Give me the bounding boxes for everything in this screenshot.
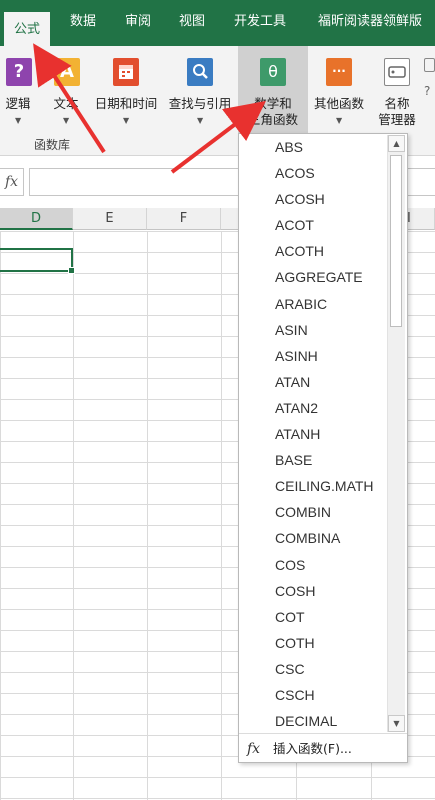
dropdown-caret-icon: ▼	[197, 116, 204, 125]
math-trig-function-menu: ABS ACOS ACOSH ACOT ACOTH AGGREGATE ARAB…	[238, 133, 408, 763]
function-item[interactable]: ACOT	[239, 212, 387, 238]
tab-view[interactable]: 视图	[179, 0, 205, 46]
function-item[interactable]: ASIN	[239, 317, 387, 343]
insert-function-fx-button[interactable]: fx	[0, 168, 24, 196]
text-book-icon: A	[54, 58, 80, 86]
function-item[interactable]: ACOS	[239, 160, 387, 186]
function-item[interactable]: AGGREGATE	[239, 264, 387, 290]
theta-book-icon: θ	[260, 58, 286, 86]
fx-icon: fx	[247, 741, 261, 757]
function-item[interactable]: COMBIN	[239, 499, 387, 525]
column-header-e[interactable]: E	[73, 208, 147, 230]
function-item[interactable]: COT	[239, 604, 387, 630]
function-item[interactable]: COMBINA	[239, 525, 387, 551]
function-item[interactable]: ATAN	[239, 369, 387, 395]
math-trig-label-line2: 三角函数	[247, 112, 298, 127]
name-manager-label-line2: 管理器	[378, 112, 416, 127]
ribbon-tab-bar: 公式 数据 审阅 视图 开发工具 福昕阅读器领鲜版	[0, 0, 435, 46]
tab-review[interactable]: 审阅	[125, 0, 151, 46]
function-item[interactable]: ABS	[239, 134, 387, 160]
function-item[interactable]: CSC	[239, 656, 387, 682]
function-library-group-label: 函数库	[34, 138, 71, 152]
use-in-formula-icon[interactable]: ?	[424, 84, 435, 98]
function-item[interactable]: CEILING.MATH	[239, 473, 387, 499]
function-item[interactable]: COSH	[239, 578, 387, 604]
math-trig-label-line1: 数学和	[254, 96, 292, 111]
tab-formulas[interactable]: 公式	[4, 12, 51, 46]
text-label: 文本	[53, 96, 79, 111]
more-functions-label: 其他函数	[313, 96, 364, 111]
menu-scrollbar[interactable]: ▲ ▼	[387, 135, 405, 732]
scroll-up-arrow-icon[interactable]: ▲	[388, 135, 405, 152]
tab-developer[interactable]: 开发工具	[234, 0, 286, 46]
menu-separator	[239, 733, 407, 734]
define-name-icon[interactable]	[424, 58, 435, 72]
scroll-down-arrow-icon[interactable]: ▼	[388, 715, 405, 732]
column-header-f[interactable]: F	[147, 208, 221, 230]
magnifier-book-icon	[187, 58, 213, 86]
dropdown-caret-icon: ▼	[63, 116, 70, 125]
function-item[interactable]: ATANH	[239, 421, 387, 447]
question-book-icon: ?	[6, 58, 32, 86]
function-item[interactable]: ACOTH	[239, 238, 387, 264]
more-book-icon: ···	[326, 58, 352, 86]
more-functions-button[interactable]: ··· 其他函数 ▼	[308, 46, 370, 136]
tab-data[interactable]: 数据	[70, 0, 96, 46]
function-item[interactable]: BASE	[239, 447, 387, 473]
name-tag-icon	[384, 58, 410, 86]
name-manager-label-line1: 名称	[384, 96, 410, 111]
lookup-label: 查找与引用	[168, 96, 232, 111]
name-manager-button[interactable]: 名称 管理器	[372, 46, 422, 136]
text-functions-button[interactable]: A 文本 ▼	[46, 46, 86, 136]
function-list: ABS ACOS ACOSH ACOT ACOTH AGGREGATE ARAB…	[239, 134, 387, 734]
function-item[interactable]: DECIMAL	[239, 708, 387, 734]
function-item[interactable]: COTH	[239, 630, 387, 656]
function-item[interactable]: ASINH	[239, 343, 387, 369]
logical-functions-button[interactable]: ? 逻辑 ▼	[0, 46, 36, 136]
active-cell-selection[interactable]	[0, 248, 75, 274]
function-item[interactable]: ACOSH	[239, 186, 387, 212]
column-divider	[73, 231, 74, 800]
function-item[interactable]: ARABIC	[239, 291, 387, 317]
column-header-d[interactable]: D	[0, 208, 73, 230]
dropdown-caret-icon: ▼	[15, 116, 22, 125]
tab-foxit-reader[interactable]: 福昕阅读器领鲜版	[318, 0, 422, 46]
insert-function-label: 插入函数(F)...	[273, 741, 352, 756]
function-item[interactable]: ATAN2	[239, 395, 387, 421]
function-item[interactable]: COS	[239, 552, 387, 578]
calendar-book-icon	[113, 58, 139, 86]
function-item[interactable]: CSCH	[239, 682, 387, 708]
lookup-reference-button[interactable]: 查找与引用 ▼	[164, 46, 236, 136]
scrollbar-thumb[interactable]	[390, 155, 402, 327]
column-divider	[221, 231, 222, 800]
column-divider	[147, 231, 148, 800]
insert-function-menu-item[interactable]: fx 插入函数(F)...	[239, 737, 407, 761]
dropdown-caret-icon: ▼	[123, 116, 130, 125]
logical-label: 逻辑	[5, 96, 31, 111]
datetime-label: 日期和时间	[94, 96, 158, 111]
dropdown-caret-icon: ▼	[336, 116, 343, 125]
math-trig-button[interactable]: θ 数学和 三角函数	[238, 46, 308, 136]
datetime-functions-button[interactable]: 日期和时间 ▼	[90, 46, 162, 136]
